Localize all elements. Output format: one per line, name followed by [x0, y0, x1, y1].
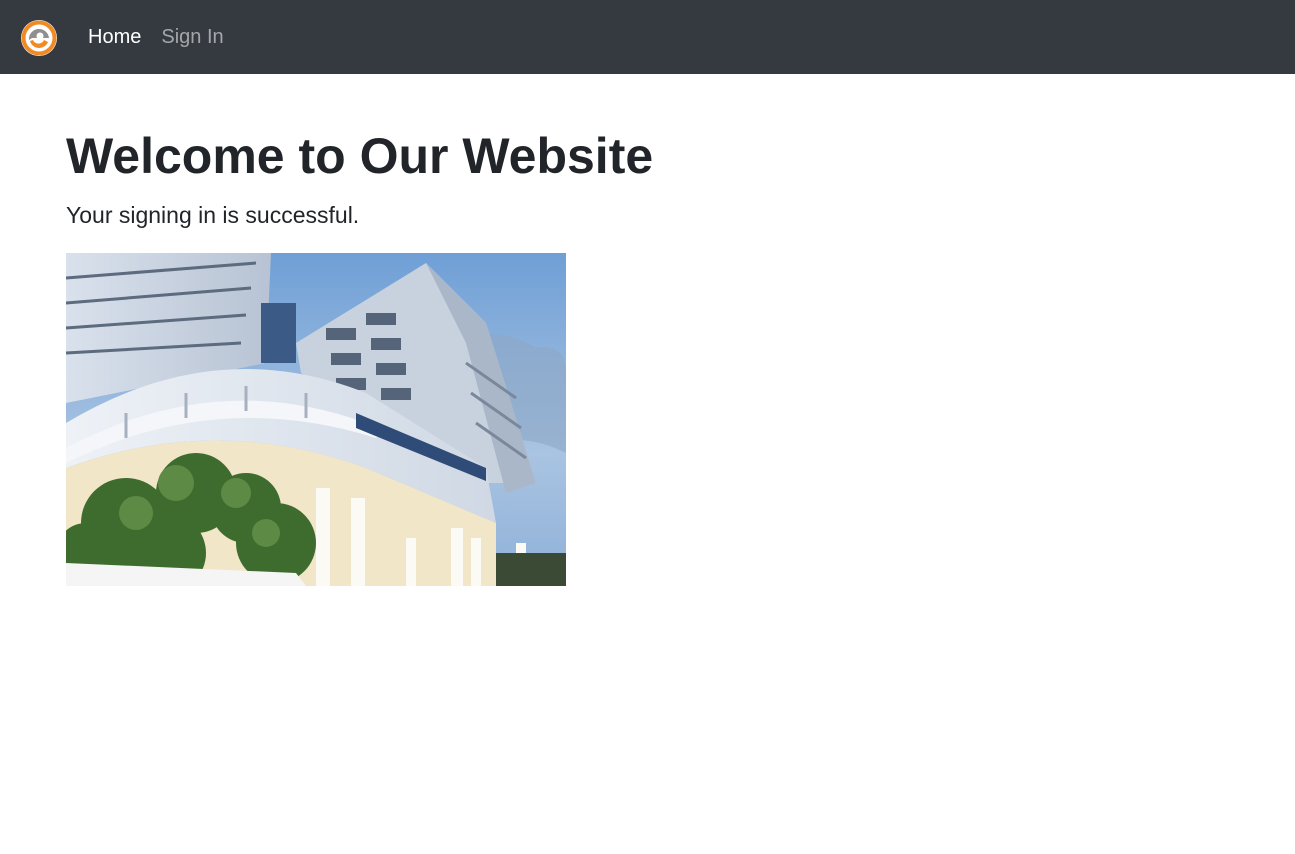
page-title: Welcome to Our Website	[66, 128, 654, 184]
success-message: Your signing in is successful.	[66, 202, 360, 228]
nav-sign-in-link[interactable]: Sign In	[161, 0, 223, 74]
brand-logo-icon[interactable]	[20, 19, 58, 57]
nav-home-link[interactable]: Home	[88, 0, 141, 74]
top-navbar: Home Sign In	[0, 0, 1295, 74]
building-photo	[66, 253, 566, 586]
nav-links: Home Sign In	[88, 0, 244, 74]
